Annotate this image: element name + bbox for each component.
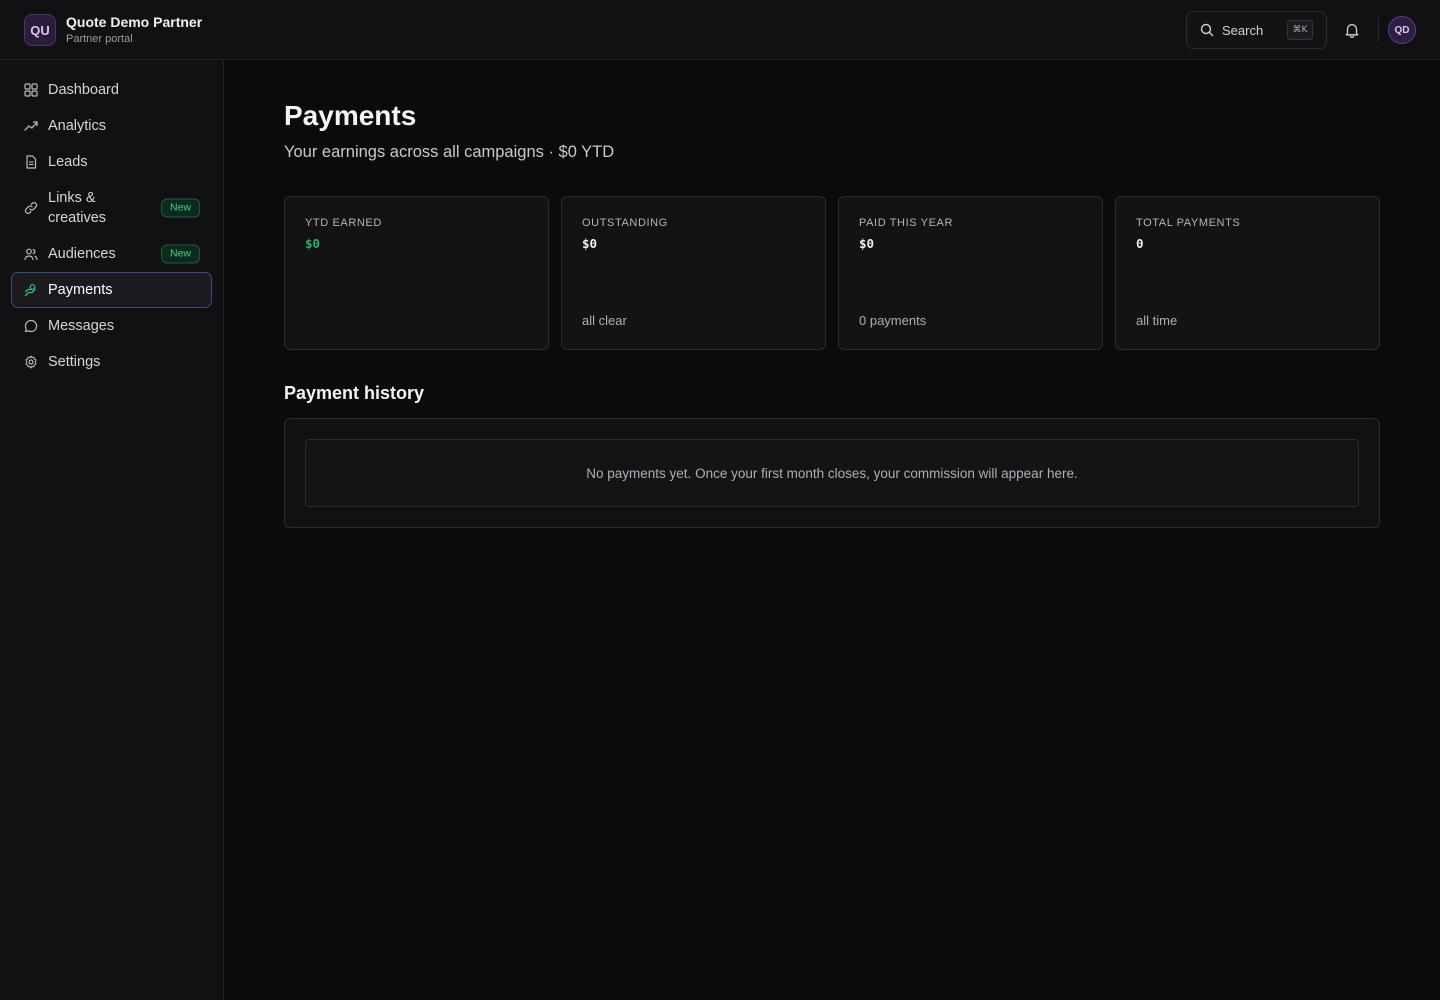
document-icon xyxy=(26,155,37,169)
sidebar-item-label: Payments xyxy=(48,282,113,298)
sidebar-item-links-creatives[interactable]: Links & creatives New xyxy=(11,180,212,236)
sidebar-item-dashboard[interactable]: Dashboard xyxy=(11,72,212,108)
top-bar: QU Quote Demo Partner Partner portal Sea… xyxy=(0,0,1440,60)
sidebar-item-settings[interactable]: Settings xyxy=(11,344,212,380)
brand-logo: QU xyxy=(24,14,56,46)
search-shortcut: ⌘K xyxy=(1287,20,1313,40)
sidebar-item-leads[interactable]: Leads xyxy=(11,144,212,180)
search-label: Search xyxy=(1222,22,1264,38)
stat-value: 0 xyxy=(1136,236,1144,251)
new-badge: New xyxy=(160,198,200,218)
search-button[interactable]: Search ⌘K xyxy=(1186,11,1327,49)
sidebar-item-label: Links & creatives xyxy=(48,190,107,226)
brand-name: Quote Demo Partner xyxy=(66,14,203,30)
stat-label: PAID THIS YEAR xyxy=(859,217,953,229)
link-icon xyxy=(24,202,38,214)
stat-label: OUTSTANDING xyxy=(582,217,668,229)
stat-card-outstanding: OUTSTANDING $0 all clear xyxy=(561,196,826,350)
stat-value: $0 xyxy=(859,236,875,251)
stat-card-ytd-earned: YTD EARNED $0 xyxy=(284,196,549,350)
sidebar-item-audiences[interactable]: Audiences New xyxy=(11,236,212,272)
sidebar-item-label: Settings xyxy=(48,354,101,370)
gear-icon xyxy=(25,355,37,369)
stat-label: TOTAL PAYMENTS xyxy=(1136,217,1241,229)
header-divider xyxy=(1378,18,1379,42)
sidebar-nav: Dashboard Analytics Leads Links & creati… xyxy=(11,72,212,380)
avatar[interactable]: QD xyxy=(1388,16,1416,44)
sidebar-item-messages[interactable]: Messages xyxy=(11,308,212,344)
sidebar-item-analytics[interactable]: Analytics xyxy=(11,108,212,144)
sidebar-item-label: Dashboard xyxy=(48,82,119,98)
stat-value: $0 xyxy=(305,236,321,251)
page-subtitle: Your earnings across all campaigns · $0 … xyxy=(284,143,615,161)
stat-footnote: 0 payments xyxy=(859,313,927,328)
new-badge: New xyxy=(160,244,200,264)
section-title-payment-history: Payment history xyxy=(284,383,425,403)
sidebar-item-label: Messages xyxy=(48,318,115,334)
stat-card-paid-this-year: PAID THIS YEAR $0 0 payments xyxy=(838,196,1103,350)
payment-history-panel: No payments yet. Once your first month c… xyxy=(284,418,1380,528)
brand-text: Quote Demo Partner Partner portal xyxy=(66,14,202,46)
sidebar-item-label: Analytics xyxy=(48,118,107,134)
bell-icon[interactable] xyxy=(1343,21,1361,39)
stats-row: YTD EARNED $0 OUTSTANDING $0 all clear P… xyxy=(284,196,1380,350)
stat-footnote: all clear xyxy=(582,313,627,328)
payments-icon xyxy=(24,284,36,297)
sidebar-item-label: Leads xyxy=(48,154,88,170)
stat-footnote: all time xyxy=(1136,313,1178,328)
brand-subtitle: Partner portal xyxy=(66,33,133,45)
empty-state-message: No payments yet. Once your first month c… xyxy=(305,439,1359,507)
stat-label: YTD EARNED xyxy=(305,217,382,229)
grid-icon xyxy=(24,83,38,97)
sidebar-item-label: Audiences xyxy=(48,246,116,262)
sidebar: Dashboard Analytics Leads Links & creati… xyxy=(0,60,224,1000)
stat-card-total-payments: TOTAL PAYMENTS 0 all time xyxy=(1115,196,1380,350)
stat-value: $0 xyxy=(582,236,598,251)
users-icon xyxy=(24,248,38,261)
sidebar-item-payments[interactable]: Payments xyxy=(11,272,212,308)
chat-icon xyxy=(24,319,38,333)
trend-icon xyxy=(24,121,38,131)
search-icon xyxy=(1200,23,1214,37)
page-title: Payments xyxy=(284,100,417,131)
brand[interactable]: QU Quote Demo Partner Partner portal xyxy=(24,14,202,46)
